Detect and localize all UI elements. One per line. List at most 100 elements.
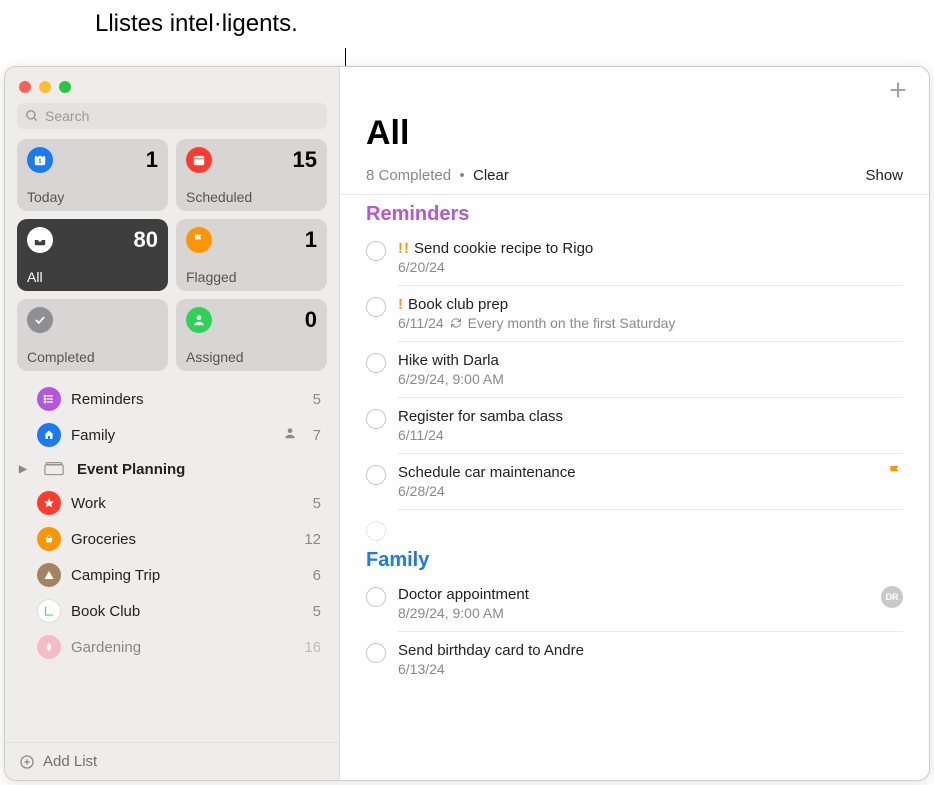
sidebar-list-family[interactable]: Family 7 — [5, 417, 339, 453]
placeholder-checkbox — [366, 521, 386, 541]
page-title: All — [340, 106, 929, 155]
flag-icon — [887, 464, 903, 499]
sidebar-list-groceries[interactable]: Groceries 12 — [5, 521, 339, 557]
reminder-row[interactable]: Hike with Darla 6/29/24, 9:00 AM — [340, 342, 929, 398]
complete-checkbox[interactable] — [366, 241, 386, 261]
smart-card-completed[interactable]: Completed — [17, 299, 168, 371]
reminder-meta: 8/29/24, 9:00 AM — [398, 605, 881, 621]
list-count: 7 — [313, 427, 321, 444]
complete-checkbox[interactable] — [366, 643, 386, 663]
folder-icon — [41, 459, 67, 479]
assignee-avatar: DR — [881, 586, 903, 608]
smart-count-today: 1 — [146, 147, 158, 173]
reminder-meta: 6/11/24 — [398, 427, 903, 443]
clear-button[interactable]: Clear — [473, 167, 509, 184]
priority-indicator: ! — [398, 296, 404, 313]
window-controls — [5, 67, 339, 103]
sidebar-list-bookclub[interactable]: Book Club 5 — [5, 593, 339, 629]
reminder-title: Register for samba class — [398, 408, 563, 425]
leaf-icon — [37, 635, 61, 659]
smart-card-flagged[interactable]: 1 Flagged — [176, 219, 327, 291]
reminder-row[interactable]: Doctor appointment 8/29/24, 9:00 AM DR — [340, 576, 929, 632]
list-count: 5 — [313, 391, 321, 408]
smart-card-assigned[interactable]: 0 Assigned — [176, 299, 327, 371]
app-window: Search 5 1 Today 1 5 — [4, 66, 930, 781]
reminder-title: Send cookie recipe to Rigo — [414, 240, 593, 257]
complete-checkbox[interactable] — [366, 465, 386, 485]
reminder-row[interactable]: !Book club prep 6/11/24 Every month on t… — [340, 286, 929, 342]
reminder-meta: 6/13/24 — [398, 661, 903, 677]
smart-card-all[interactable]: 80 All — [17, 219, 168, 291]
star-icon — [37, 491, 61, 515]
list-count: 5 — [313, 495, 321, 512]
reminder-meta: 6/11/24 — [398, 315, 444, 331]
sidebar-list-work[interactable]: Work 5 — [5, 485, 339, 521]
zoom-button[interactable] — [59, 81, 71, 93]
smart-count-assigned: 0 — [305, 307, 317, 333]
sidebar-folder[interactable]: ▶ Event Planning — [5, 453, 339, 485]
smart-count-flagged: 1 — [305, 227, 317, 253]
minimize-button[interactable] — [39, 81, 51, 93]
book-icon — [37, 599, 61, 623]
list-icon — [37, 387, 61, 411]
list-count: 16 — [304, 639, 321, 656]
reminder-row[interactable]: Send birthday card to Andre 6/13/24 — [340, 632, 929, 687]
sidebar-list-camping[interactable]: Camping Trip 6 — [5, 557, 339, 593]
person-icon — [186, 307, 212, 333]
separator: • — [455, 167, 473, 184]
main-panel: All 8 Completed • Clear Show Reminders !… — [340, 67, 929, 780]
reminder-meta: 6/29/24, 9:00 AM — [398, 371, 903, 387]
add-list-label: Add List — [43, 753, 97, 770]
search-icon — [25, 109, 39, 123]
sidebar: Search 5 1 Today 1 5 — [5, 67, 340, 780]
folder-name: Event Planning — [77, 461, 321, 478]
sidebar-list-reminders[interactable]: Reminders 5 — [5, 381, 339, 417]
svg-text:5: 5 — [39, 159, 42, 165]
plus-circle-icon — [19, 754, 35, 770]
sidebar-lists: Reminders 5 Family 7 ▶ Event Planning — [5, 371, 339, 742]
section-header-family: Family — [340, 541, 929, 576]
reminder-row[interactable]: Schedule car maintenance 6/28/24 — [340, 454, 929, 510]
reminder-row[interactable]: !!Send cookie recipe to Rigo 6/20/24 — [340, 230, 929, 286]
smart-lists-grid: 5 1 Today 15 Scheduled — [5, 139, 339, 371]
smart-count-all: 80 — [134, 227, 158, 253]
list-name: Reminders — [71, 391, 303, 408]
new-reminder-button[interactable] — [887, 79, 909, 106]
add-list-button[interactable]: Add List — [5, 742, 339, 780]
smart-label-assigned: Assigned — [186, 349, 317, 365]
smart-card-today[interactable]: 5 1 Today — [17, 139, 168, 211]
reminder-row[interactable]: Register for samba class 6/11/24 — [340, 398, 929, 454]
list-name: Camping Trip — [71, 567, 303, 584]
completed-count: 8 Completed — [366, 167, 451, 184]
smart-card-scheduled[interactable]: 15 Scheduled — [176, 139, 327, 211]
close-button[interactable] — [19, 81, 31, 93]
smart-label-scheduled: Scheduled — [186, 189, 317, 205]
reminder-meta: 6/20/24 — [398, 259, 903, 275]
show-button[interactable]: Show — [865, 167, 903, 184]
search-input[interactable]: Search — [17, 103, 327, 129]
search-placeholder: Search — [45, 108, 89, 124]
check-icon — [27, 307, 53, 333]
tray-icon — [27, 227, 53, 253]
smart-label-all: All — [27, 269, 158, 285]
new-reminder-placeholder[interactable] — [340, 510, 929, 541]
list-name: Work — [71, 495, 303, 512]
calendar-icon: 5 — [27, 147, 53, 173]
list-name: Groceries — [71, 531, 294, 548]
complete-checkbox[interactable] — [366, 353, 386, 373]
list-name: Gardening — [71, 639, 294, 656]
chevron-right-icon: ▶ — [19, 464, 31, 475]
repeat-icon — [450, 317, 462, 329]
home-icon — [37, 423, 61, 447]
complete-checkbox[interactable] — [366, 409, 386, 429]
section-header-reminders: Reminders — [340, 195, 929, 230]
sidebar-list-gardening[interactable]: Gardening 16 — [5, 629, 339, 665]
reminder-title: Hike with Darla — [398, 352, 499, 369]
reminder-meta: 6/28/24 — [398, 483, 887, 499]
complete-checkbox[interactable] — [366, 587, 386, 607]
complete-checkbox[interactable] — [366, 297, 386, 317]
reminder-repeat: Every month on the first Saturday — [468, 315, 676, 331]
smart-label-today: Today — [27, 189, 158, 205]
list-name: Book Club — [71, 603, 303, 620]
reminder-title: Send birthday card to Andre — [398, 642, 584, 659]
